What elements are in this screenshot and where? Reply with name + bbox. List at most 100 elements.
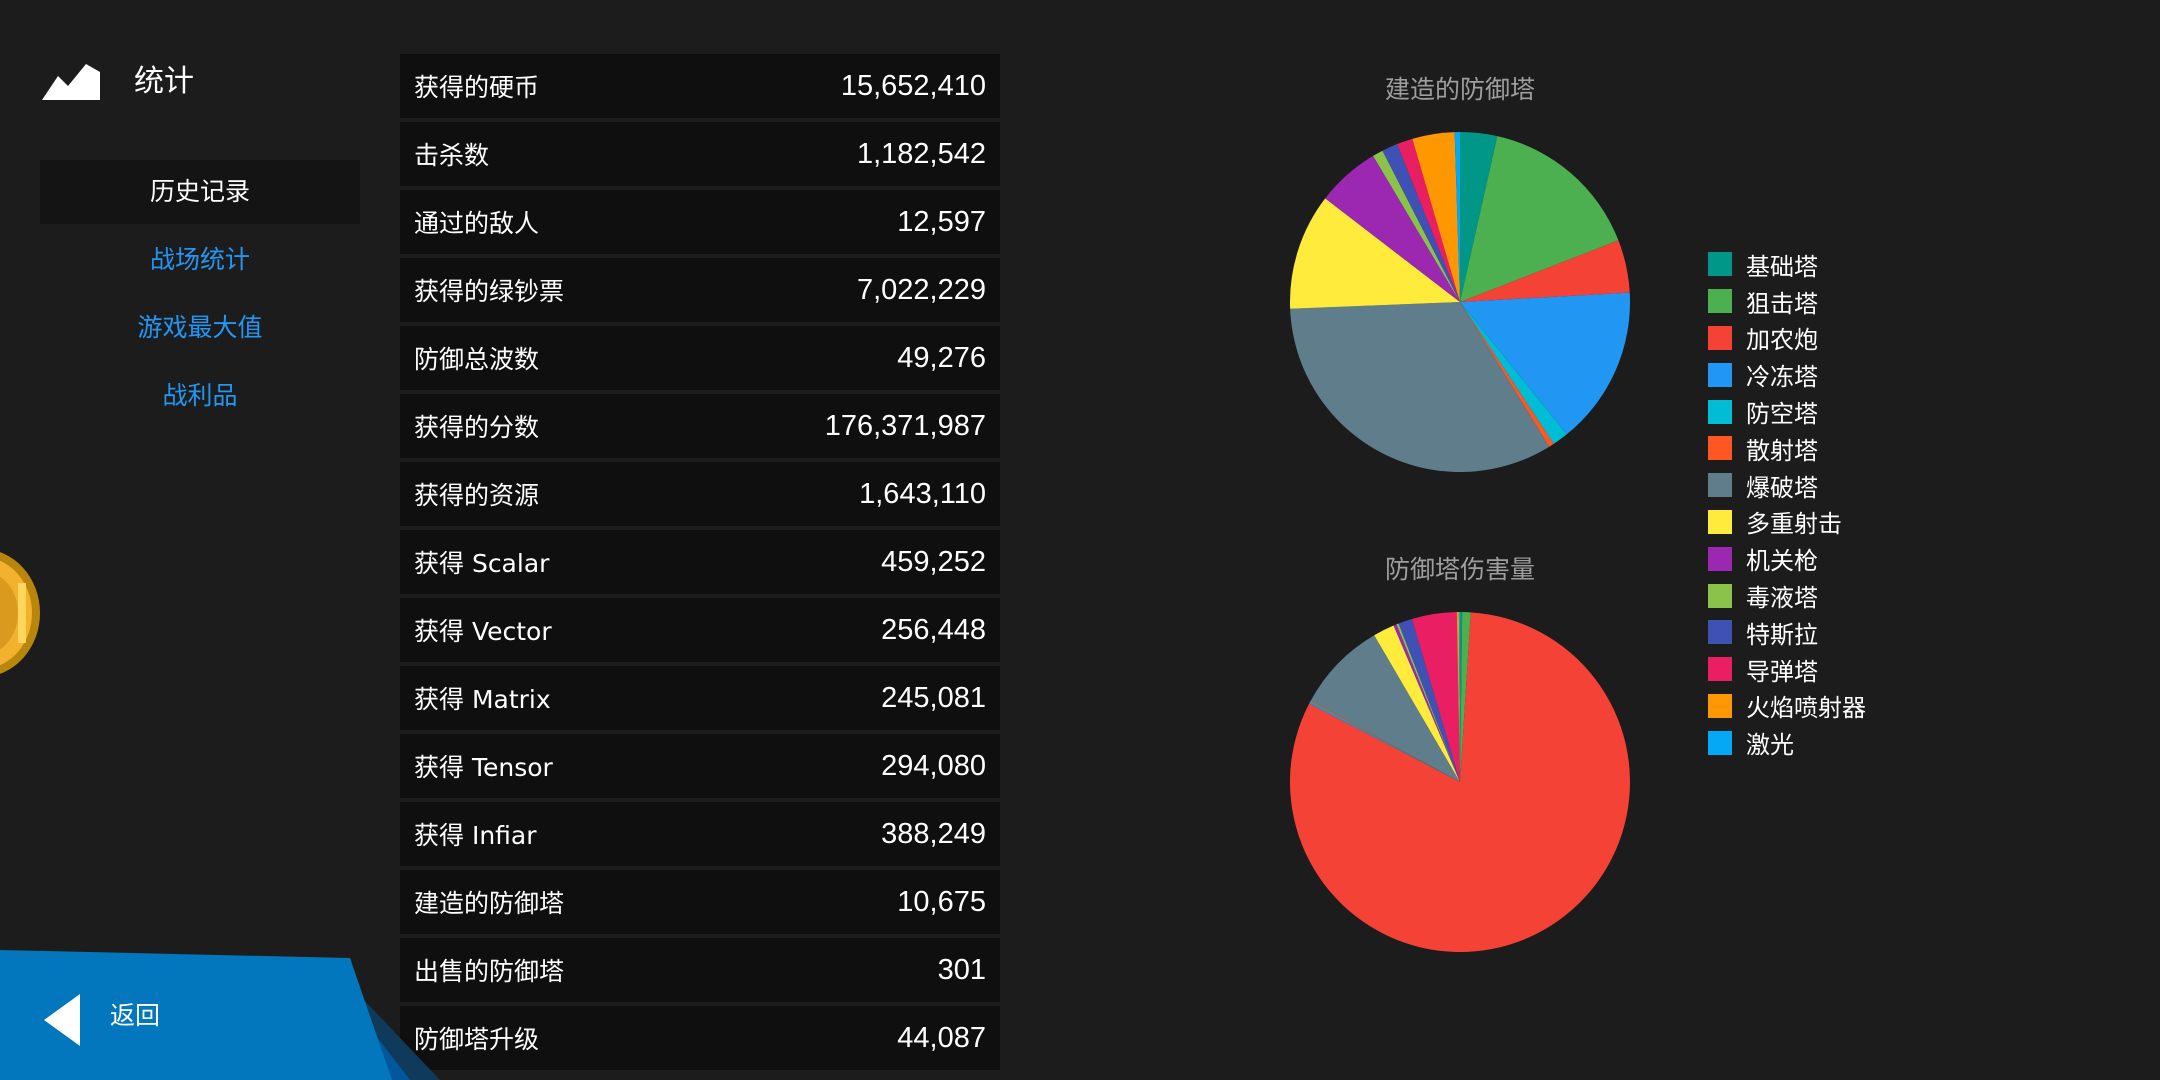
legend-item: 导弹塔 [1708,651,1866,688]
stat-label: 获得的资源 [414,481,540,510]
stat-value: 256,448 [881,613,986,646]
page-header: 统计 [40,58,360,108]
legend-label: 狙击塔 [1746,289,1818,318]
legend-swatch [1708,509,1732,534]
back-button[interactable]: 返回 [0,950,450,1080]
stat-value: 10,675 [897,885,986,918]
stat-label: 防御总波数 [414,345,540,374]
legend-swatch [1708,252,1732,277]
legend-label: 散射塔 [1746,436,1818,465]
stat-value: 176,371,987 [824,409,986,442]
table-row: 获得 Tensor 294,080 [400,734,1000,798]
legend-swatch [1708,473,1732,498]
stat-label: 获得 Scalar [414,549,550,578]
back-label: 返回 [110,1001,161,1030]
pie-chart-tower-damage [1290,612,1630,952]
stat-value: 7,022,229 [856,273,986,306]
stat-value: 1,182,542 [856,137,986,170]
stat-value: 245,081 [881,681,986,714]
table-row: 获得 Matrix 245,081 [400,666,1000,730]
legend-label: 机关枪 [1746,547,1818,576]
stat-value: 388,249 [881,817,986,850]
legend-item: 散射塔 [1708,430,1866,467]
back-arrow-icon [44,994,80,1046]
stat-label: 获得的硬币 [414,73,540,102]
coin-icon [0,552,40,674]
chart-title-tower-damage: 防御塔伤害量 [1384,555,1535,584]
legend-item: 火焰喷射器 [1708,688,1866,725]
stat-value: 15,652,410 [840,69,986,102]
chart-legend: 基础塔狙击塔加农炮冷冻塔防空塔散射塔爆破塔多重射击机关枪毒液塔特斯拉导弹塔火焰喷… [1708,246,1866,761]
table-row: 获得的绿钞票 7,022,229 [400,258,1000,322]
table-row: 建造的防御塔 10,675 [400,870,1000,934]
chart-title-towers-built: 建造的防御塔 [1384,75,1535,104]
table-row: 获得的硬币 15,652,410 [400,54,1000,118]
table-row: 获得的分数 176,371,987 [400,394,1000,458]
table-row: 获得 Vector 256,448 [400,598,1000,662]
stat-label: 建造的防御塔 [414,889,565,918]
legend-item: 加农炮 [1708,320,1866,357]
legend-label: 火焰喷射器 [1746,694,1866,723]
legend-swatch [1708,730,1732,755]
legend-swatch [1708,436,1732,461]
stat-value: 44,087 [897,1021,986,1054]
legend-item: 基础塔 [1708,246,1866,283]
table-row: 防御总波数 49,276 [400,326,1000,390]
stat-label: 获得的分数 [414,413,540,442]
legend-label: 基础塔 [1746,252,1818,281]
stat-value: 459,252 [881,545,986,578]
pie-chart-towers-built [1290,132,1630,472]
legend-label: 毒液塔 [1746,584,1818,613]
legend-swatch [1708,693,1732,718]
legend-swatch [1708,399,1732,424]
legend-item: 防空塔 [1708,393,1866,430]
stat-value: 49,276 [897,341,986,374]
legend-item: 爆破塔 [1708,467,1866,504]
stat-label: 获得的绿钞票 [414,277,565,306]
table-row: 通过的敌人 12,597 [400,190,1000,254]
legend-swatch [1708,362,1732,387]
legend-item: 毒液塔 [1708,577,1866,614]
nav-item-battle-stats[interactable]: 战场统计 [40,228,360,292]
legend-swatch [1708,583,1732,608]
stat-label: 获得 Tensor [414,753,553,782]
legend-swatch [1708,657,1732,682]
legend-swatch [1708,289,1732,314]
table-row: 击杀数 1,182,542 [400,122,1000,186]
table-row: 获得 Scalar 459,252 [400,530,1000,594]
stat-label: 击杀数 [414,141,490,170]
legend-item: 激光 [1708,724,1866,761]
stat-value: 1,643,110 [859,477,986,510]
nav-item-loot[interactable]: 战利品 [40,364,360,428]
legend-label: 冷冻塔 [1746,363,1818,392]
table-row: 获得 Infiar 388,249 [400,802,1000,866]
stat-value: 301 [937,953,986,986]
stat-value: 12,597 [897,205,986,238]
stat-label: 获得 Infiar [414,821,537,850]
stat-label: 获得 Matrix [414,685,551,714]
legend-item: 狙击塔 [1708,283,1866,320]
stat-label: 通过的敌人 [414,209,540,238]
legend-label: 导弹塔 [1746,657,1818,686]
stat-value: 294,080 [881,749,986,782]
legend-swatch [1708,325,1732,350]
legend-item: 机关枪 [1708,540,1866,577]
legend-item: 冷冻塔 [1708,356,1866,393]
page-title: 统计 [134,64,194,99]
side-nav: 历史记录 战场统计 游戏最大值 战利品 [40,160,360,432]
legend-label: 防空塔 [1746,400,1818,429]
legend-label: 多重射击 [1746,510,1842,539]
legend-label: 加农炮 [1746,326,1818,355]
legend-swatch [1708,620,1732,645]
mountain-icon [42,64,100,100]
table-row: 防御塔升级 44,087 [400,1006,1000,1070]
table-row: 出售的防御塔 301 [400,938,1000,1002]
legend-label: 激光 [1746,731,1794,760]
legend-label: 特斯拉 [1746,620,1818,649]
legend-item: 特斯拉 [1708,614,1866,651]
legend-item: 多重射击 [1708,504,1866,541]
nav-item-game-max[interactable]: 游戏最大值 [40,296,360,360]
nav-item-history[interactable]: 历史记录 [40,160,360,224]
stats-table: 获得的硬币 15,652,410 击杀数 1,182,542 通过的敌人 12,597 获得… [400,54,1000,1074]
legend-label: 爆破塔 [1746,473,1818,502]
